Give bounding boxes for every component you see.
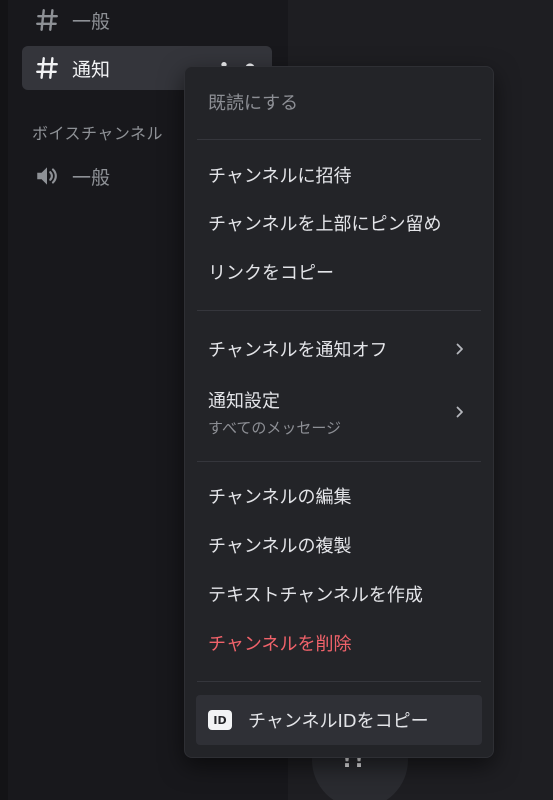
menu-item-label: チャンネルに招待	[208, 166, 352, 187]
app-window: 一般 通知 ボイスチャンネル 一般 !! 既読にする チャンネルに招待 チャンネ…	[0, 0, 553, 800]
channel-item-general[interactable]: 一般	[22, 0, 272, 42]
voice-category-header[interactable]: ボイスチャンネル	[32, 120, 163, 144]
menu-item-pin-top[interactable]: チャンネルを上部にピン留め	[196, 202, 482, 244]
menu-divider	[197, 139, 481, 140]
menu-item-label: チャンネルを上部にピン留め	[208, 214, 442, 235]
menu-item-label: リンクをコピー	[208, 263, 334, 284]
channel-context-menu: 既読にする チャンネルに招待 チャンネルを上部にピン留め リンクをコピー チャン…	[184, 66, 494, 758]
menu-item-label: チャンネルを通知オフ	[208, 340, 388, 361]
channel-label: 一般	[72, 166, 111, 189]
server-rail-edge	[0, 0, 8, 800]
menu-divider	[197, 681, 481, 682]
id-badge-icon: ID	[208, 710, 232, 730]
menu-item-label: チャンネルの複製	[208, 536, 352, 557]
menu-item-label: チャンネルの編集	[208, 487, 352, 508]
menu-item-delete-channel[interactable]: チャンネルを削除	[196, 622, 482, 664]
menu-divider	[197, 461, 481, 462]
menu-item-label: テキストチャンネルを作成	[208, 585, 423, 606]
menu-item-text-block: 通知設定 すべてのメッセージ	[208, 387, 341, 438]
chevron-right-icon	[456, 406, 463, 418]
chevron-right-icon	[456, 343, 463, 355]
menu-divider	[197, 310, 481, 311]
speaker-icon	[37, 167, 57, 185]
channel-label: 通知	[72, 58, 111, 81]
menu-item-label: チャンネルを削除	[208, 634, 352, 655]
menu-item-edit-channel[interactable]: チャンネルの編集	[196, 475, 482, 517]
menu-item-notification-settings[interactable]: 通知設定 すべてのメッセージ	[196, 381, 482, 443]
menu-item-create-text-channel[interactable]: テキストチャンネルを作成	[196, 573, 482, 615]
menu-item-copy-link[interactable]: リンクをコピー	[196, 251, 482, 293]
menu-item-label: 既読にする	[208, 93, 299, 114]
hash-icon	[36, 57, 58, 79]
hash-icon	[36, 9, 58, 31]
menu-item-label: 通知設定	[208, 390, 280, 412]
menu-item-mute-channel[interactable]: チャンネルを通知オフ	[196, 328, 482, 370]
channel-label: 一般	[72, 10, 111, 33]
menu-item-label: チャンネルIDをコピー	[248, 711, 429, 732]
menu-item-invite[interactable]: チャンネルに招待	[196, 154, 482, 196]
menu-item-duplicate-channel[interactable]: チャンネルの複製	[196, 524, 482, 566]
menu-item-mark-read[interactable]: 既読にする	[196, 81, 482, 123]
menu-item-copy-channel-id[interactable]: ID チャンネルIDをコピー	[196, 695, 482, 745]
menu-item-sublabel: すべてのメッセージ	[208, 418, 342, 437]
